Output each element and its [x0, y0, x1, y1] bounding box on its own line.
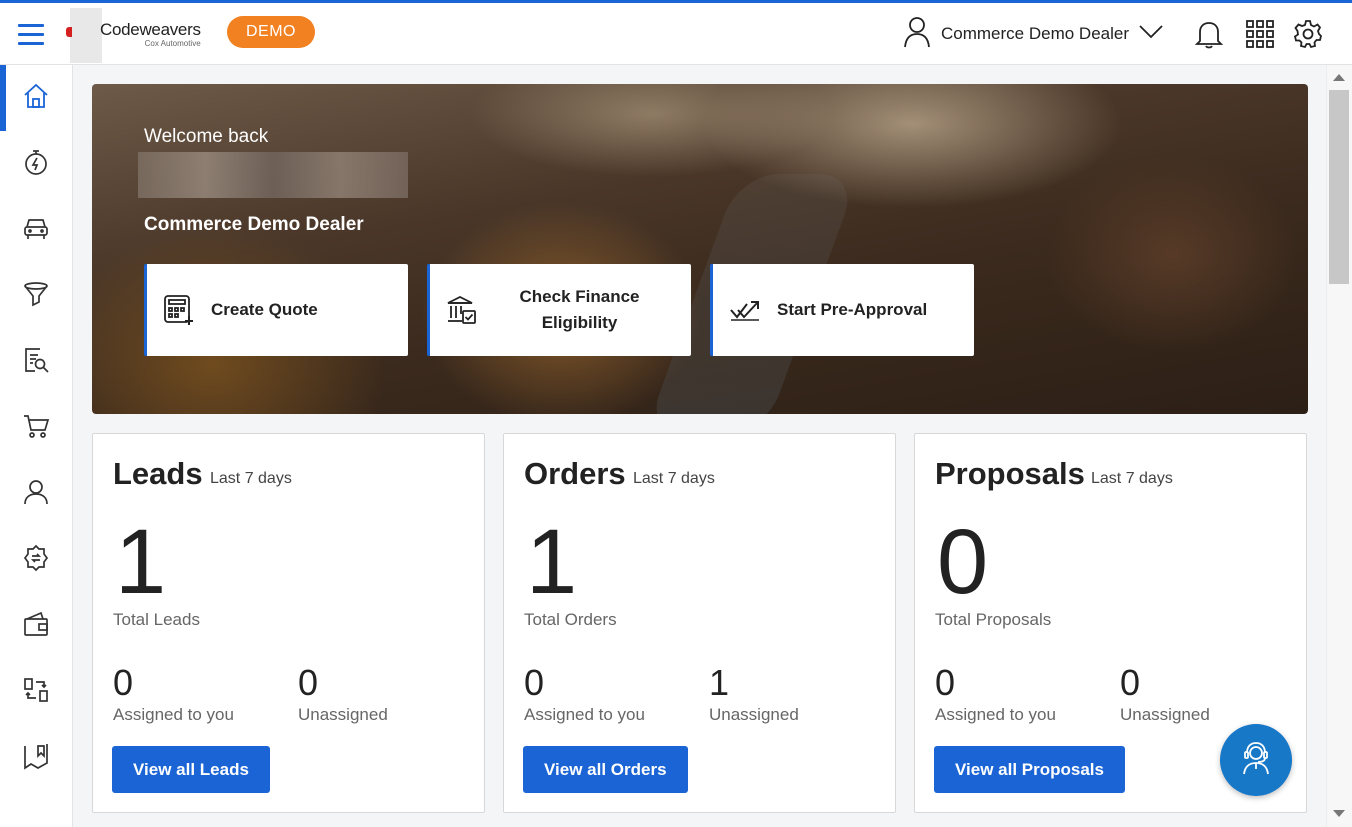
map-bookmark-icon — [22, 742, 50, 775]
proposals-period: Last 7 days — [1091, 470, 1173, 487]
calculator-icon — [147, 294, 211, 326]
sidebar-item-customers[interactable] — [0, 461, 72, 527]
orders-card: Orders Last 7 days 1 Total Orders 0 Assi… — [503, 433, 896, 813]
brand-name: Codeweavers — [100, 20, 201, 39]
orders-unassigned-label: Unassigned — [709, 705, 799, 724]
support-chat-button[interactable] — [1220, 724, 1292, 796]
stopwatch-icon — [22, 148, 50, 181]
proposals-unassigned-value: 0 — [1120, 662, 1141, 703]
wallet-icon — [22, 610, 50, 643]
start-pre-approval-button[interactable]: Start Pre-Approval — [710, 264, 974, 356]
orders-assigned-label: Assigned to you — [524, 705, 645, 724]
brand-logo[interactable]: Codeweavers Cox Automotive — [100, 20, 201, 48]
orders-assigned-value: 0 — [524, 662, 545, 703]
dealer-name: Commerce Demo Dealer — [941, 24, 1129, 43]
car-icon — [22, 214, 50, 247]
proposals-title: Proposals — [935, 456, 1085, 491]
leads-card: Leads Last 7 days 1 Total Leads 0 Assign… — [92, 433, 485, 813]
dealer-selector[interactable]: Commerce Demo Dealer — [903, 16, 1163, 53]
leads-title: Leads — [113, 456, 203, 491]
demo-badge: DEMO — [227, 16, 315, 48]
leads-assigned-label: Assigned to you — [113, 705, 234, 724]
hamburger-menu-icon[interactable] — [18, 19, 48, 49]
orders-unassigned-value: 1 — [709, 662, 730, 703]
sidebar-item-part-exchange[interactable] — [0, 527, 72, 593]
scroll-down-arrow-icon[interactable] — [1333, 810, 1345, 817]
check-finance-label-line2: Eligibility — [541, 313, 618, 332]
start-pre-approval-label: Start Pre-Approval — [777, 300, 928, 319]
leads-unassigned-label: Unassigned — [298, 705, 388, 724]
orders-total-value: 1 — [526, 511, 578, 613]
orders-total-label: Total Orders — [524, 610, 617, 629]
transfer-icon — [22, 676, 50, 709]
users-icon — [22, 478, 50, 511]
sidebar-item-orders[interactable] — [0, 395, 72, 461]
sidebar-item-search[interactable] — [0, 329, 72, 395]
sidebar-item-quick-actions[interactable] — [0, 131, 72, 197]
bank-check-icon — [430, 294, 494, 326]
proposals-total-value: 0 — [937, 511, 989, 613]
logo-mark — [66, 27, 72, 37]
main-content: Welcome back Commerce Demo Dealer Create… — [73, 65, 1326, 827]
chevron-down-icon — [1139, 24, 1163, 44]
apps-grid-icon[interactable] — [1243, 17, 1277, 51]
proposals-total-label: Total Proposals — [935, 610, 1052, 629]
check-finance-label-line1: Check Finance — [519, 287, 640, 306]
orders-period: Last 7 days — [633, 470, 715, 487]
sidebar-item-leads[interactable] — [0, 263, 72, 329]
funnel-icon — [22, 280, 50, 313]
gear-icon[interactable] — [1291, 17, 1325, 51]
support-agent-icon — [1240, 741, 1272, 780]
document-search-icon — [22, 346, 50, 379]
sidebar-item-guides[interactable] — [0, 725, 72, 791]
check-finance-eligibility-button[interactable]: Check Finance Eligibility — [427, 264, 691, 356]
proposals-assigned-value: 0 — [935, 662, 956, 703]
brand-tagline: Cox Automotive — [144, 39, 201, 48]
leads-unassigned-value: 0 — [298, 662, 319, 703]
check-finance-eligibility-label: Check Finance Eligibility — [494, 284, 691, 336]
user-icon — [903, 16, 931, 53]
hero-banner: Welcome back Commerce Demo Dealer Create… — [92, 84, 1308, 414]
create-quote-button[interactable]: Create Quote — [144, 264, 408, 356]
orders-title: Orders — [524, 456, 626, 491]
proposals-assigned-label: Assigned to you — [935, 705, 1056, 724]
leads-total-label: Total Leads — [113, 610, 200, 629]
leads-period: Last 7 days — [210, 470, 292, 487]
sidebar — [0, 65, 73, 827]
logo-tile — [70, 8, 102, 63]
leads-assigned-value: 0 — [113, 662, 134, 703]
view-all-orders-button[interactable]: View all Orders — [523, 746, 688, 793]
create-quote-label: Create Quote — [211, 300, 318, 319]
welcome-text: Welcome back — [144, 126, 269, 147]
home-icon — [22, 82, 50, 115]
sidebar-item-vehicles[interactable] — [0, 197, 72, 263]
view-all-leads-button[interactable]: View all Leads — [112, 746, 270, 793]
cart-icon — [22, 412, 50, 445]
scrollbar-thumb[interactable] — [1329, 90, 1349, 284]
sidebar-item-transfers[interactable] — [0, 659, 72, 725]
sidebar-item-finance[interactable] — [0, 593, 72, 659]
scroll-up-arrow-icon[interactable] — [1333, 74, 1345, 81]
proposals-unassigned-label: Unassigned — [1120, 705, 1210, 724]
bell-icon[interactable] — [1192, 17, 1226, 51]
redacted-user-name — [138, 152, 408, 198]
view-all-proposals-button[interactable]: View all Proposals — [934, 746, 1125, 793]
hero-dealer-name: Commerce Demo Dealer — [144, 214, 364, 235]
approval-check-icon — [713, 298, 777, 322]
exchange-badge-icon — [22, 544, 50, 577]
sidebar-item-home[interactable] — [0, 65, 72, 131]
leads-total-value: 1 — [115, 511, 167, 613]
top-bar: Codeweavers Cox Automotive DEMO Commerce… — [0, 0, 1352, 65]
